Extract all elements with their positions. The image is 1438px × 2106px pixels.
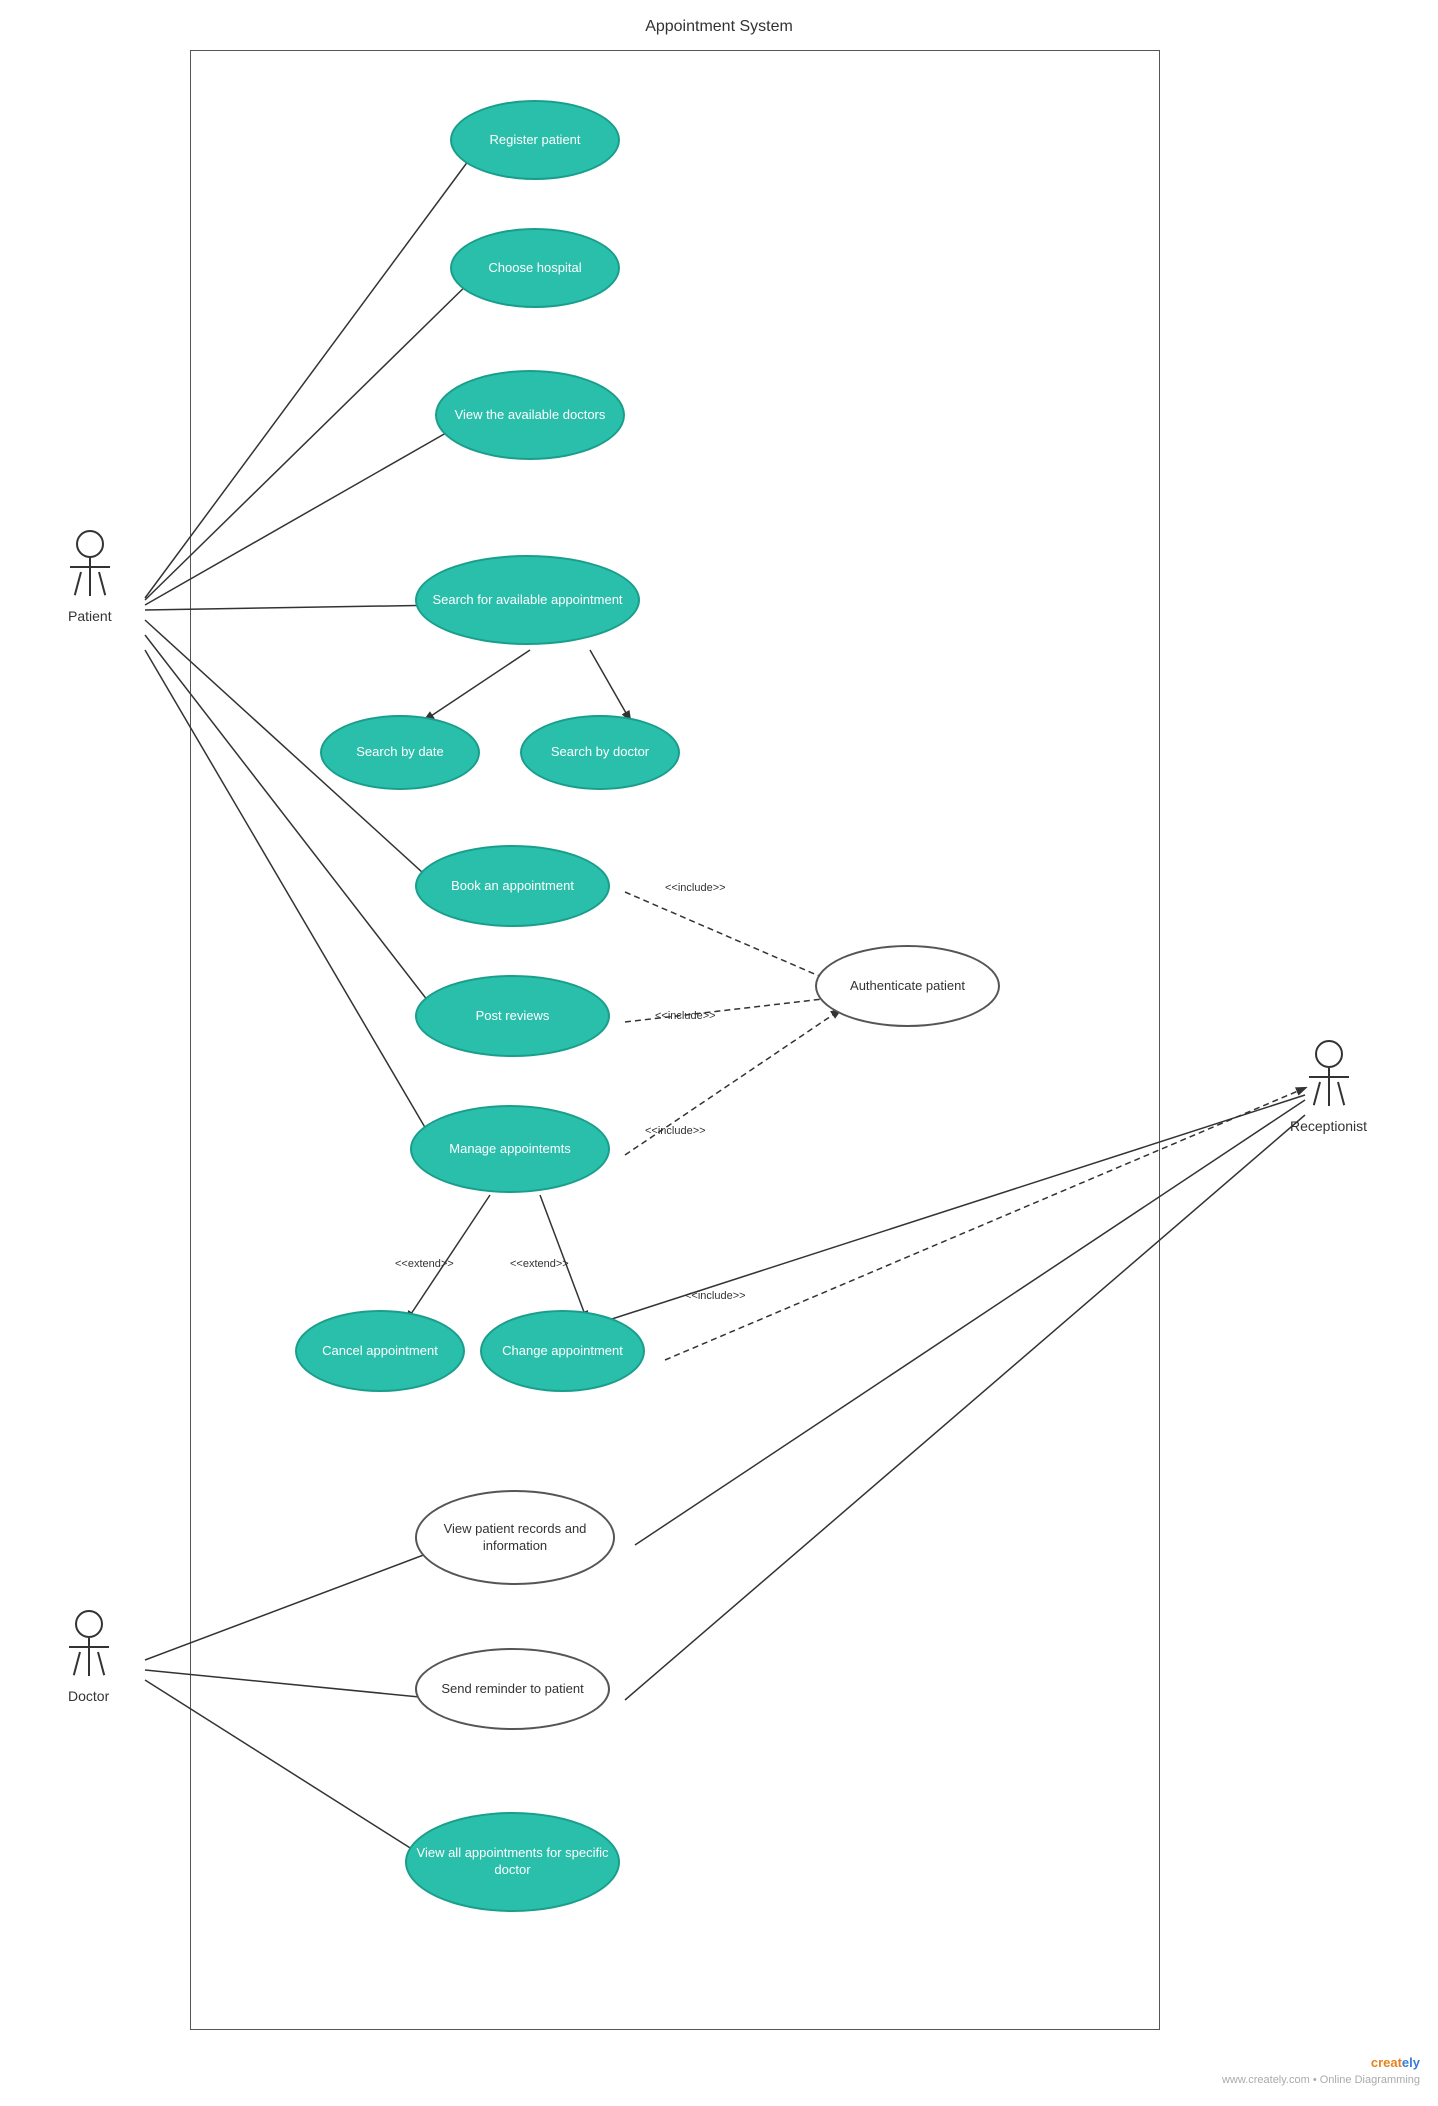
diagram-title: Appointment System bbox=[645, 18, 793, 36]
doctor-figure bbox=[75, 1610, 103, 1676]
patient-head bbox=[76, 530, 104, 558]
extend-label-2: <<extend>> bbox=[510, 1258, 569, 1270]
patient-label: Patient bbox=[68, 608, 112, 624]
usecase-cancel-appointment: Cancel appointment bbox=[295, 1310, 465, 1392]
include-label-1: <<include>> bbox=[665, 882, 726, 894]
usecase-change-appointment: Change appointment bbox=[480, 1310, 645, 1392]
usecase-view-patient-records: View patient records and information bbox=[415, 1490, 615, 1585]
receptionist-arms bbox=[1309, 1076, 1349, 1078]
patient-figure bbox=[76, 530, 104, 596]
usecase-view-all-appointments: View all appointments for specific docto… bbox=[405, 1812, 620, 1912]
actor-receptionist: Receptionist bbox=[1290, 1040, 1367, 1134]
patient-legs-right bbox=[98, 572, 106, 596]
usecase-search-appointment: Search for available appointment bbox=[415, 555, 640, 645]
usecase-manage-appointments: Manage appointemts bbox=[410, 1105, 610, 1193]
actor-doctor: Doctor bbox=[68, 1610, 109, 1704]
doctor-label: Doctor bbox=[68, 1688, 109, 1704]
patient-arms bbox=[70, 566, 110, 568]
include-label-3: <<include>> bbox=[645, 1125, 706, 1137]
patient-legs-left bbox=[74, 572, 82, 596]
include-label-2: <<include>> bbox=[655, 1010, 716, 1022]
usecase-authenticate-patient: Authenticate patient bbox=[815, 945, 1000, 1027]
watermark-brand: creat bbox=[1371, 2055, 1402, 2070]
doctor-head bbox=[75, 1610, 103, 1638]
receptionist-legs-right bbox=[1337, 1082, 1345, 1106]
doctor-legs-right bbox=[97, 1652, 105, 1676]
receptionist-label: Receptionist bbox=[1290, 1118, 1367, 1134]
include-label-4: <<include>> bbox=[685, 1290, 746, 1302]
watermark-url: www.creately.com • Online Diagramming bbox=[1222, 2073, 1420, 2088]
doctor-body bbox=[88, 1638, 90, 1676]
usecase-choose-hospital: Choose hospital bbox=[450, 228, 620, 308]
receptionist-head bbox=[1315, 1040, 1343, 1068]
watermark-brand-2: ely bbox=[1402, 2055, 1420, 2070]
watermark: creately www.creately.com • Online Diagr… bbox=[1222, 2054, 1420, 2088]
system-boundary bbox=[190, 50, 1160, 2030]
usecase-search-by-doctor: Search by doctor bbox=[520, 715, 680, 790]
usecase-search-by-date: Search by date bbox=[320, 715, 480, 790]
receptionist-body bbox=[1328, 1068, 1330, 1106]
usecase-send-reminder: Send reminder to patient bbox=[415, 1648, 610, 1730]
extend-label-1: <<extend>> bbox=[395, 1258, 454, 1270]
usecase-register-patient: Register patient bbox=[450, 100, 620, 180]
receptionist-figure bbox=[1315, 1040, 1343, 1106]
patient-body bbox=[89, 558, 91, 596]
usecase-post-reviews: Post reviews bbox=[415, 975, 610, 1057]
diagram-container: Appointment System Authenticate patient … bbox=[0, 0, 1438, 2106]
receptionist-legs-left bbox=[1312, 1082, 1320, 1106]
doctor-legs-left bbox=[72, 1652, 80, 1676]
usecase-book-appointment: Book an appointment bbox=[415, 845, 610, 927]
usecase-view-doctors: View the available doctors bbox=[435, 370, 625, 460]
actor-patient: Patient bbox=[68, 530, 112, 624]
doctor-arms bbox=[69, 1646, 109, 1648]
